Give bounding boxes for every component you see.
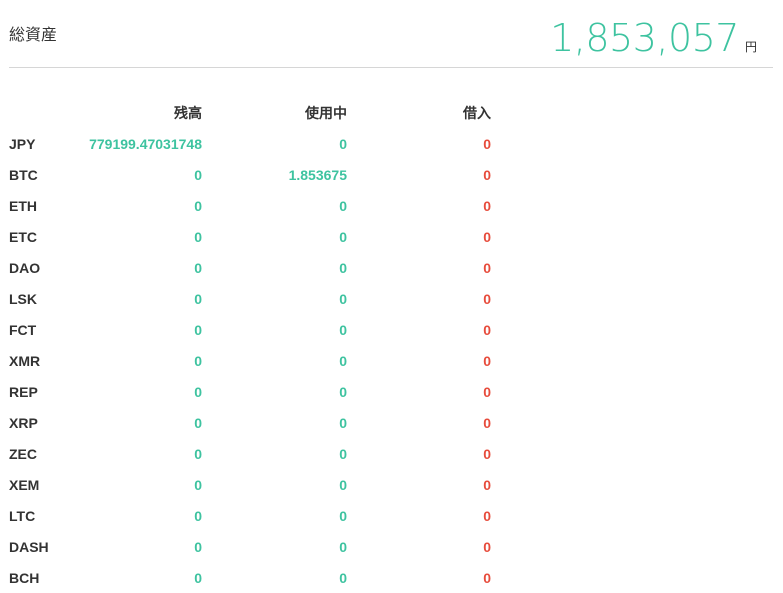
- balance-cell: 0: [194, 352, 202, 369]
- currency-cell: ZEC: [9, 445, 37, 462]
- table-row: REP 0 0 0: [9, 376, 491, 407]
- table-header-row: 残高 使用中 借入: [9, 97, 491, 128]
- table-row: ETC 0 0 0: [9, 221, 491, 252]
- column-header-in-use: 使用中: [305, 104, 347, 121]
- table-row: XMR 0 0 0: [9, 345, 491, 376]
- column-header-balance: 残高: [174, 104, 202, 121]
- balance-cell: 0: [194, 259, 202, 276]
- borrowed-cell: 0: [483, 414, 491, 431]
- currency-cell: FCT: [9, 321, 37, 338]
- borrowed-cell: 0: [483, 352, 491, 369]
- in-use-cell: 0: [339, 476, 347, 493]
- currency-cell: REP: [9, 383, 38, 400]
- currency-cell: ETC: [9, 228, 37, 245]
- borrowed-cell: 0: [483, 135, 491, 152]
- total-assets-amount: 1,853,057 円: [550, 16, 757, 60]
- in-use-cell: 0: [339, 538, 347, 555]
- currency-cell: DASH: [9, 538, 49, 555]
- table-row: LTC 0 0 0: [9, 500, 491, 531]
- borrowed-cell: 0: [483, 383, 491, 400]
- balance-cell: 0: [194, 383, 202, 400]
- in-use-cell: 0: [339, 445, 347, 462]
- balance-cell: 0: [194, 569, 202, 586]
- currency-cell: BTC: [9, 166, 38, 183]
- column-header-borrowed: 借入: [463, 104, 491, 121]
- balance-cell: 0: [194, 197, 202, 214]
- in-use-cell: 0: [339, 135, 347, 152]
- borrowed-cell: 0: [483, 321, 491, 338]
- borrowed-cell: 0: [483, 166, 491, 183]
- in-use-cell: 0: [339, 352, 347, 369]
- borrowed-cell: 0: [483, 569, 491, 586]
- borrowed-cell: 0: [483, 538, 491, 555]
- balance-cell: 0: [194, 445, 202, 462]
- balance-table: 残高 使用中 借入 JPY 779199.47031748 0 0 BTC 0 1.8536…: [9, 97, 491, 593]
- table-row: ETH 0 0 0: [9, 190, 491, 221]
- borrowed-cell: 0: [483, 197, 491, 214]
- in-use-cell: 0: [339, 259, 347, 276]
- table-row: DASH 0 0 0: [9, 531, 491, 562]
- total-assets-header: 総資産 1,853,057 円: [9, 0, 773, 68]
- borrowed-cell: 0: [483, 290, 491, 307]
- in-use-cell: 0: [339, 569, 347, 586]
- table-row: FCT 0 0 0: [9, 314, 491, 345]
- table-row: LSK 0 0 0: [9, 283, 491, 314]
- currency-cell: ETH: [9, 197, 37, 214]
- in-use-cell: 0: [339, 228, 347, 245]
- total-assets-unit: 円: [744, 40, 757, 54]
- borrowed-cell: 0: [483, 445, 491, 462]
- borrowed-cell: 0: [483, 507, 491, 524]
- in-use-cell: 1.853675: [288, 166, 347, 183]
- borrowed-cell: 0: [483, 259, 491, 276]
- currency-cell: JPY: [9, 135, 36, 152]
- in-use-cell: 0: [339, 383, 347, 400]
- table-row: XEM 0 0 0: [9, 469, 491, 500]
- table-row: XRP 0 0 0: [9, 407, 491, 438]
- balance-cell: 779199.47031748: [89, 135, 202, 152]
- total-assets-title: 総資産: [9, 25, 58, 44]
- balance-rows: JPY 779199.47031748 0 0 BTC 0 1.853675 0 ETH 0 0 0 E…: [9, 128, 491, 593]
- balance-cell: 0: [194, 166, 202, 183]
- total-assets-value: 1,853,057: [550, 16, 739, 60]
- borrowed-cell: 0: [483, 476, 491, 493]
- in-use-cell: 0: [339, 507, 347, 524]
- in-use-cell: 0: [339, 197, 347, 214]
- currency-cell: LTC: [9, 507, 36, 524]
- column-header-currency: [9, 97, 69, 128]
- in-use-cell: 0: [339, 290, 347, 307]
- balance-cell: 0: [194, 507, 202, 524]
- table-row: ZEC 0 0 0: [9, 438, 491, 469]
- balance-cell: 0: [194, 414, 202, 431]
- table-row: JPY 779199.47031748 0 0: [9, 128, 491, 159]
- borrowed-cell: 0: [483, 228, 491, 245]
- in-use-cell: 0: [339, 414, 347, 431]
- currency-cell: XRP: [9, 414, 38, 431]
- balance-cell: 0: [194, 321, 202, 338]
- currency-cell: DAO: [9, 259, 41, 276]
- in-use-cell: 0: [339, 321, 347, 338]
- balance-cell: 0: [194, 290, 202, 307]
- table-row: BCH 0 0 0: [9, 562, 491, 593]
- table-row: DAO 0 0 0: [9, 252, 491, 283]
- currency-cell: BCH: [9, 569, 40, 586]
- table-row: BTC 0 1.853675 0: [9, 159, 491, 190]
- balance-cell: 0: [194, 538, 202, 555]
- currency-cell: XMR: [9, 352, 41, 369]
- currency-cell: XEM: [9, 476, 40, 493]
- balance-cell: 0: [194, 228, 202, 245]
- balance-cell: 0: [194, 476, 202, 493]
- currency-cell: LSK: [9, 290, 37, 307]
